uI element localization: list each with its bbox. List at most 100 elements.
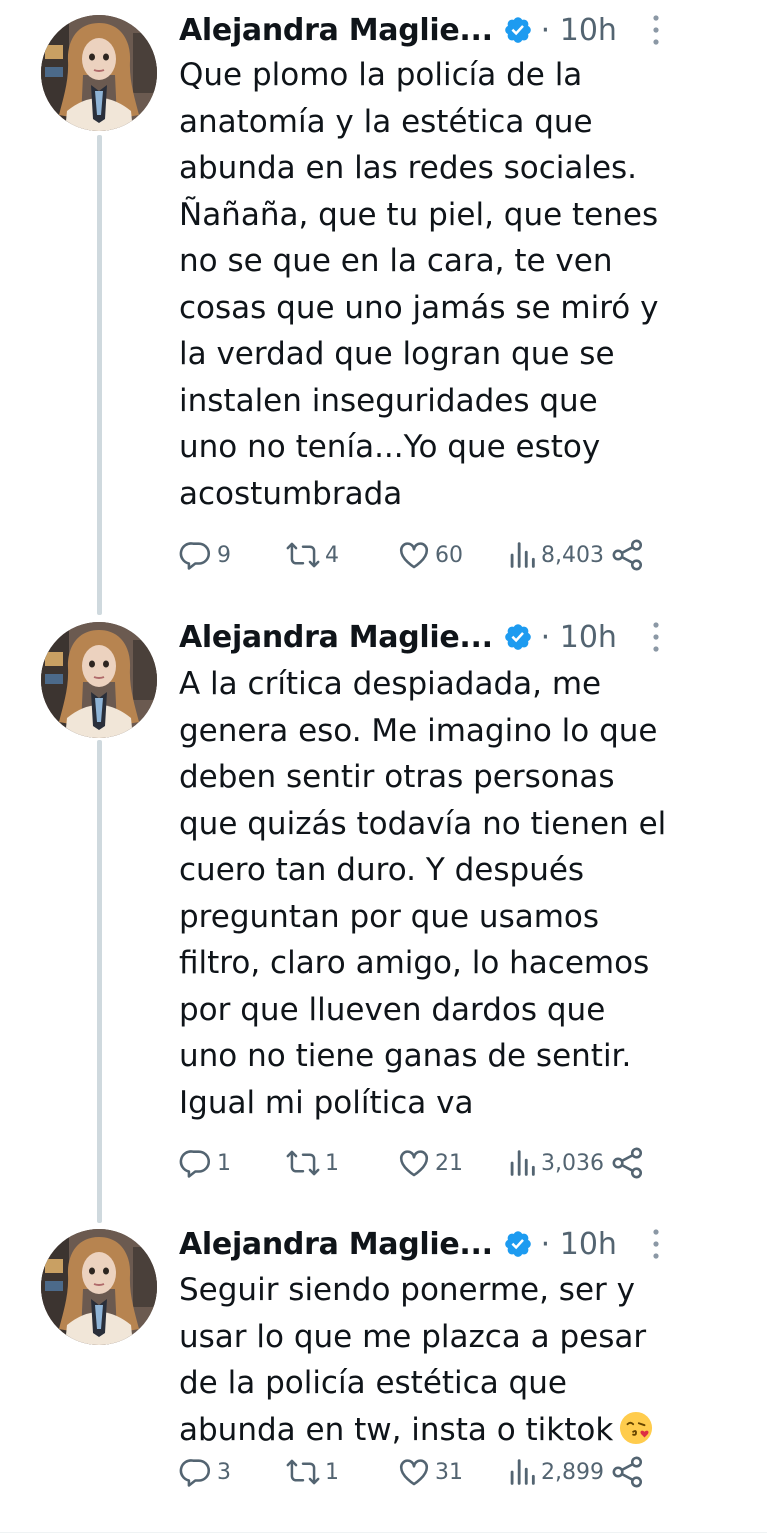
- retweet-count: 1: [325, 1459, 339, 1485]
- retweet-button[interactable]: 1: [285, 1452, 339, 1492]
- like-count: 31: [435, 1459, 463, 1485]
- tweet-thread: Alejandra Maglie... · 10h Que plomo la p…: [0, 0, 767, 1535]
- tweet-text-line: uno no tiene ganas de sentir.: [179, 1038, 632, 1074]
- tweet-text-line: cosas que uno jamás se miró y: [179, 289, 659, 326]
- like-button[interactable]: 60: [397, 535, 463, 575]
- tweet-text-line: Igual mi política va: [179, 1084, 474, 1121]
- reply-count: 1: [217, 1150, 231, 1176]
- share-button[interactable]: [611, 1143, 645, 1183]
- reply-icon: [179, 1459, 211, 1487]
- tweet-text-line: que quizás todavía no tienen el: [179, 805, 667, 842]
- views-count: 8,403: [541, 542, 604, 568]
- author-name[interactable]: Alejandra Maglie...: [179, 1227, 493, 1262]
- reply-count: 3: [217, 1459, 231, 1485]
- tweet-text-line: abunda en tw, insta o tiktok: [179, 1411, 614, 1448]
- verified-badge-icon: [503, 15, 533, 45]
- tweet-actions: 9 4 60 8,403: [179, 535, 659, 575]
- tweet-text-line: filtro, claro amigo, lo hacemos: [179, 945, 650, 981]
- views-button[interactable]: 8,403: [507, 535, 604, 575]
- tweet-text-line-with-emoji: abunda en tw, insta o tiktok: [179, 1407, 719, 1454]
- heart-icon: [399, 1150, 429, 1177]
- views-chart-icon: [510, 1459, 535, 1485]
- heart-icon: [399, 1459, 429, 1486]
- heart-icon: [399, 542, 429, 569]
- tweet-text-line: preguntan por que usamos: [179, 898, 600, 935]
- author-name[interactable]: Alejandra Maglie...: [179, 13, 493, 48]
- tweet-text-line: genera eso. Me imagino lo que: [179, 712, 658, 749]
- tweet-text-line: abunda en las redes sociales.: [179, 150, 638, 186]
- reply-icon: [179, 1150, 211, 1178]
- retweet-button[interactable]: 1: [285, 1143, 339, 1183]
- like-button[interactable]: 31: [397, 1452, 463, 1492]
- views-button[interactable]: 2,899: [507, 1452, 604, 1492]
- tweet-timestamp[interactable]: · 10h: [541, 13, 617, 48]
- tweet-timestamp[interactable]: · 10h: [541, 1227, 617, 1262]
- more-options-icon[interactable]: [648, 12, 664, 48]
- more-options-icon[interactable]: [648, 619, 664, 655]
- retweet-icon: [286, 1150, 320, 1176]
- tweet-text: Seguir siendo ponerme, ser y usar lo que…: [179, 1267, 719, 1453]
- like-count: 60: [435, 542, 463, 568]
- retweet-count: 1: [325, 1150, 339, 1176]
- reply-count: 9: [217, 542, 231, 568]
- tweet[interactable]: Alejandra Maglie... · 10h A la crítica d…: [0, 608, 767, 1208]
- tweet-text-line: Ñañaña, que tu piel, que tenes: [179, 196, 659, 233]
- share-button[interactable]: [611, 535, 645, 575]
- views-count: 2,899: [541, 1459, 604, 1485]
- divider: [0, 1532, 767, 1533]
- retweet-icon: [286, 542, 320, 568]
- views-count: 3,036: [541, 1150, 604, 1176]
- share-icon: [612, 1456, 643, 1488]
- avatar-image: [41, 1229, 157, 1345]
- like-button[interactable]: 21: [397, 1143, 463, 1183]
- tweet-text-line: la verdad que logran que se: [179, 336, 615, 372]
- reply-button[interactable]: 3: [179, 1452, 231, 1492]
- tweet-actions: 1 1 21 3,036: [179, 1143, 659, 1183]
- views-chart-icon: [510, 542, 535, 568]
- tweet-text-line: A la crítica despiadada, me: [179, 666, 602, 702]
- tweet-text: A la crítica despiadada, me genera eso. …: [179, 661, 719, 1126]
- tweet-text-line: instalen inseguridades que: [179, 382, 598, 419]
- tweet-header: Alejandra Maglie... · 10h: [179, 615, 617, 659]
- retweet-count: 4: [325, 542, 339, 568]
- tweet-actions: 3 1 31 2,899: [179, 1452, 659, 1492]
- tweet[interactable]: Alejandra Maglie... · 10h Que plomo la p…: [0, 0, 767, 600]
- tweet-header: Alejandra Maglie... · 10h: [179, 1222, 617, 1266]
- retweet-button[interactable]: 4: [285, 535, 339, 575]
- tweet-text-line: de la policía estética que: [179, 1365, 567, 1401]
- tweet-text-line: Seguir siendo ponerme, ser y: [179, 1272, 635, 1308]
- tweet-text-line: acostumbrada: [179, 475, 403, 512]
- share-icon: [612, 539, 643, 571]
- retweet-icon: [286, 1459, 320, 1485]
- reply-button[interactable]: 9: [179, 535, 231, 575]
- like-count: 21: [435, 1150, 463, 1176]
- tweet-text-line: Que plomo la policía de la: [179, 57, 583, 93]
- views-button[interactable]: 3,036: [507, 1143, 604, 1183]
- verified-badge-icon: [503, 622, 533, 652]
- author-name[interactable]: Alejandra Maglie...: [179, 620, 493, 655]
- share-icon: [612, 1147, 643, 1179]
- tweet-text-line: deben sentir otras personas: [179, 759, 615, 795]
- more-options-icon[interactable]: [648, 1226, 664, 1262]
- tweet-text-line: no se que en la cara, te ven: [179, 243, 613, 279]
- avatar[interactable]: [41, 15, 157, 131]
- tweet-text-line: uno no tenía...Yo que estoy: [179, 429, 601, 465]
- avatar-image: [41, 622, 157, 738]
- share-button[interactable]: [611, 1452, 645, 1492]
- tweet-text-line: anatomía y la estética que: [179, 103, 593, 140]
- reply-button[interactable]: 1: [179, 1143, 231, 1183]
- tweet-text: Que plomo la policía de la anatomía y la…: [179, 52, 719, 517]
- tweet-text-line: por que llueven dardos que: [179, 991, 606, 1028]
- tweet-timestamp[interactable]: · 10h: [541, 620, 617, 655]
- reply-icon: [179, 542, 211, 570]
- tweet[interactable]: Alejandra Maglie... · 10h Seguir siendo …: [0, 1215, 767, 1525]
- tweet-text-line: usar lo que me plazca a pesar: [179, 1318, 647, 1355]
- avatar[interactable]: [41, 1229, 157, 1345]
- tweet-header: Alejandra Maglie... · 10h: [179, 8, 617, 52]
- views-chart-icon: [510, 1150, 535, 1176]
- face-blowing-kiss-icon: [620, 1411, 653, 1444]
- avatar-image: [41, 15, 157, 131]
- tweet-text-line: cuero tan duro. Y después: [179, 852, 585, 888]
- verified-badge-icon: [503, 1229, 533, 1259]
- avatar[interactable]: [41, 622, 157, 738]
